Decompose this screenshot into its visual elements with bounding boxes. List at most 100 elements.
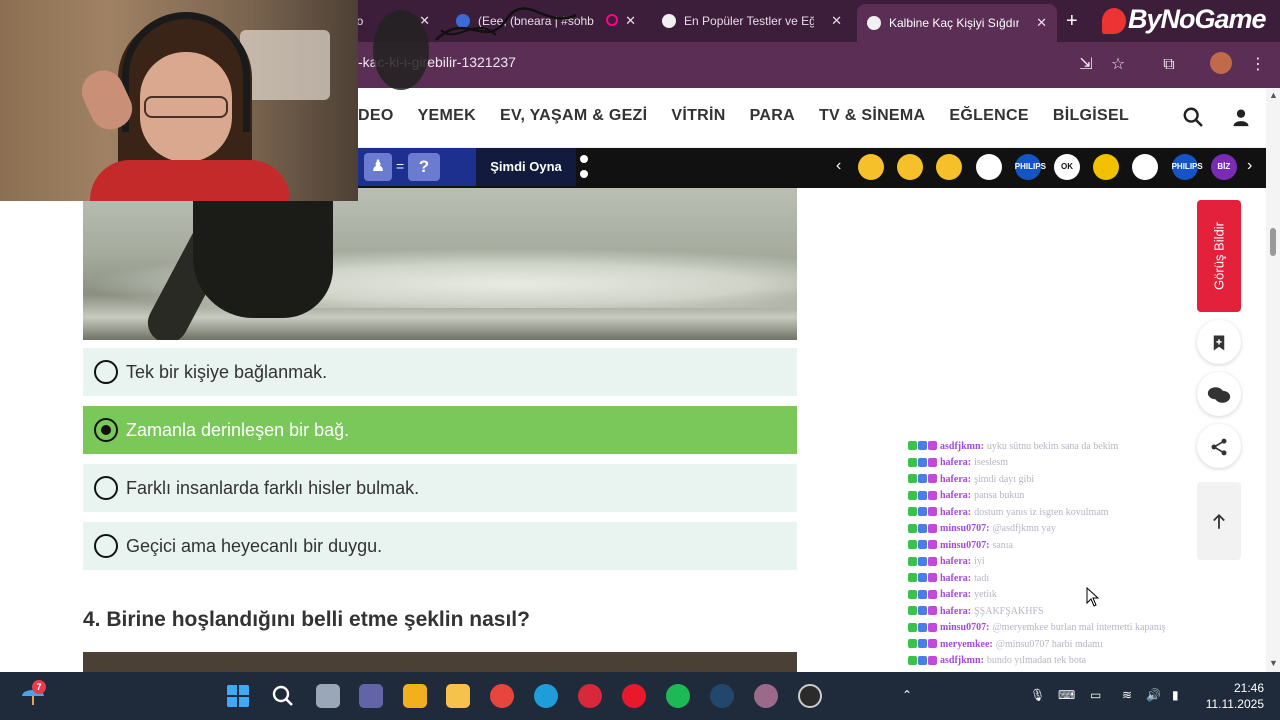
bizpop-badge-icon[interactable]: BİZ POP [1210, 154, 1237, 197]
answer-option-selected[interactable]: Zamanla derinleşen bir bağ. [83, 406, 797, 454]
scroll-down-icon[interactable]: ▼ [1269, 658, 1278, 668]
search-icon[interactable] [1182, 106, 1204, 128]
radio-button[interactable] [94, 534, 118, 558]
task-view-icon[interactable] [316, 684, 340, 708]
chat-username: minsu0707: [940, 622, 990, 634]
chat-text: sanıa [992, 539, 1013, 551]
carousel-next-icon[interactable]: › [1247, 157, 1252, 175]
keyboard-icon[interactable]: ⌨ [1058, 688, 1075, 702]
radio-button[interactable] [94, 360, 118, 384]
chat-text: @minsu0707 harbi mdamı [995, 638, 1103, 650]
answer-option[interactable]: Tek bir kişiye bağlanmak. [83, 348, 797, 396]
nav-link[interactable]: PARA [750, 107, 795, 125]
scrollbar-thumb[interactable] [1270, 228, 1276, 256]
food-badge-icon[interactable] [1093, 154, 1120, 180]
browser-tab-active[interactable]: Kalbine Kaç Kişiyi Sığdıra ✕ [857, 4, 1057, 42]
tab-favicon-icon [662, 14, 676, 28]
heart-eyes-emoji-icon[interactable] [858, 154, 884, 180]
obs-icon[interactable] [798, 684, 822, 708]
nav-link[interactable]: DEO [358, 107, 394, 125]
install-app-icon[interactable]: ⇲ [1075, 54, 1097, 76]
chat-text: pansa bukun [974, 490, 1025, 502]
tab-close-icon[interactable]: ✕ [1036, 15, 1047, 31]
chat-username: hafera: [940, 457, 972, 469]
mouse-cursor-icon [1086, 587, 1100, 607]
tab-close-icon[interactable]: ✕ [625, 13, 636, 29]
tab-close-icon[interactable]: ✕ [831, 13, 842, 29]
nav-link[interactable]: EĞLENCE [949, 107, 1028, 125]
chrome-profile-icon[interactable] [754, 684, 778, 708]
comments-button[interactable] [1197, 372, 1241, 416]
chat-message: hafera: yetiık [908, 587, 1208, 604]
play-now-button[interactable]: Şimdi Oyna [476, 148, 576, 186]
philips-badge-icon[interactable]: PHILIPS [1171, 154, 1203, 180]
chat-message: minsu0707: @meryemkee burlan mal internet… [908, 620, 1208, 637]
media-player-icon[interactable] [578, 684, 602, 708]
nav-link[interactable]: TV & SİNEMA [819, 107, 925, 125]
new-tab-button[interactable]: + [1066, 10, 1078, 33]
chat-text: iyi [974, 556, 985, 568]
nav-link[interactable]: EV, YAŞAM & GEZİ [500, 107, 647, 125]
browser-tab[interactable]: En Popüler Testler ve Eğle ✕ [652, 6, 852, 36]
nav-link[interactable]: VİTRİN [671, 107, 725, 125]
nav-link[interactable]: BİLGİSEL [1053, 107, 1129, 125]
file-explorer-icon[interactable] [446, 684, 470, 708]
clock-date: 11.11.2025 [1205, 697, 1264, 711]
volume-icon[interactable]: 🔊 [1146, 688, 1161, 702]
opera-icon[interactable] [622, 684, 646, 708]
feedback-label: Görüş Bildir [1211, 222, 1227, 290]
philips-badge-icon[interactable]: PHILIPS [1014, 154, 1046, 180]
chrome-icon[interactable] [490, 684, 514, 708]
chat-message: hafera: tadı [908, 570, 1208, 587]
chat-message: hafera: dostum yanıs iz isgten kovulmam [908, 504, 1208, 521]
tray-overflow-icon[interactable]: ⌃ [902, 688, 912, 702]
windows-start-icon[interactable] [226, 684, 250, 708]
recording-icon [606, 14, 618, 26]
chat-text: ŞŞAKFŞAKHFS [974, 605, 1044, 617]
browser-menu-icon[interactable]: ⋮ [1247, 54, 1269, 76]
chat-badges-icon [908, 622, 938, 633]
store-icon[interactable] [403, 684, 427, 708]
question-title: 4. Birine hoşlandığını belli etme şeklin… [83, 608, 530, 631]
radio-button[interactable] [94, 476, 118, 500]
chat-badges-icon [908, 589, 938, 600]
feedback-button[interactable]: Görüş Bildir [1197, 200, 1241, 312]
chat-text: dostum yanıs iz isgten kovulmam [974, 506, 1109, 518]
spotify-icon[interactable] [666, 684, 690, 708]
bookmark-star-icon[interactable]: ☆ [1107, 54, 1129, 76]
display-icon[interactable]: ▭ [1090, 688, 1101, 702]
page-scrollbar[interactable]: ▲ ▼ [1266, 88, 1280, 672]
nav-link[interactable]: YEMEK [418, 107, 476, 125]
taskbar-clock[interactable]: 21:46 11.11.2025 [1198, 680, 1264, 712]
game-more-icon[interactable] [580, 155, 590, 181]
profile-avatar[interactable] [1210, 52, 1232, 74]
answer-option[interactable]: Farklı insanlarda farklı hisler bulmak. [83, 464, 797, 512]
next-question-image [83, 652, 797, 672]
game-question: ? [408, 153, 440, 181]
radio-button-checked[interactable] [94, 418, 118, 442]
carousel-prev-icon[interactable]: ‹ [836, 157, 841, 175]
sad-emoji-icon[interactable] [897, 154, 924, 180]
answer-label: Tek bir kişiye bağlanmak. [126, 361, 328, 382]
cross-badge-icon[interactable] [975, 154, 1002, 180]
search-icon[interactable] [271, 684, 295, 708]
extensions-icon[interactable]: ⧉ [1158, 54, 1180, 76]
chat-message: hafera: iyi [908, 554, 1208, 571]
answer-option[interactable]: Geçici ama heyecanlı bir duygu. [83, 522, 797, 570]
edge-icon[interactable] [534, 684, 558, 708]
chat-text: iseslesm [974, 457, 1008, 469]
chat-message: asdfjkmn: uyku sütnu bekim sana da bekim [908, 438, 1208, 455]
ok-badge-icon[interactable]: OK [1054, 154, 1080, 180]
microphone-icon[interactable]: 🎙 [1030, 688, 1045, 702]
chat-username: hafera: [940, 556, 972, 568]
chat-username: meryemkee: [940, 638, 993, 650]
teams-icon[interactable] [359, 684, 383, 708]
radio-dot [101, 425, 111, 435]
add-bookmark-button[interactable] [1197, 320, 1241, 364]
user-icon[interactable] [1231, 107, 1251, 127]
wifi-icon[interactable]: ≋ [1122, 688, 1132, 702]
steam-icon[interactable] [710, 684, 734, 708]
brand-pen-icon [1102, 7, 1126, 34]
scroll-up-icon[interactable]: ▲ [1269, 90, 1278, 100]
battery-icon[interactable]: ▮ [1172, 688, 1179, 702]
